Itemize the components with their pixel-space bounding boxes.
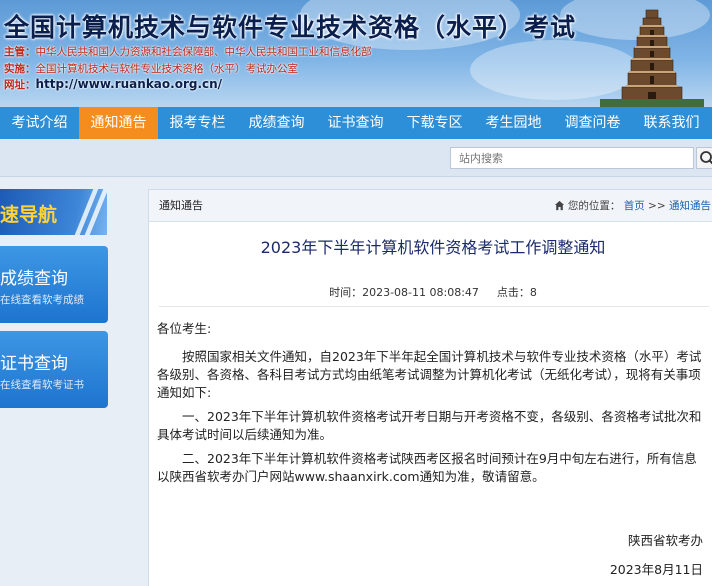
- nav-item-score-query[interactable]: 成绩查询: [237, 107, 316, 139]
- main-nav: 考试介绍 通知通告 报考专栏 成绩查询 证书查询 下载专区 考生园地 调查问卷 …: [0, 107, 712, 139]
- quick-link-certificate-query[interactable]: 证书查询 在线查看软考证书: [0, 331, 108, 408]
- quick-link-title: 成绩查询: [0, 269, 68, 289]
- nav-item-downloads[interactable]: 下载专区: [395, 107, 474, 139]
- quick-link-subtitle: 在线查看软考成绩: [0, 294, 84, 306]
- nav-item-exam-intro[interactable]: 考试介绍: [0, 107, 79, 139]
- article-paragraph: 二、2023年下半年计算机软件资格考试陕西考区报名时间预计在9月中旬左右进行，所…: [157, 451, 697, 484]
- article-body: 各位考生: 按照国家相关文件通知，自2023年下半年起全国计算机技术与软件专业技…: [157, 320, 707, 492]
- home-icon: [554, 200, 564, 211]
- website-link[interactable]: http://www.ruankao.org.cn/: [36, 77, 223, 91]
- nav-item-survey[interactable]: 调查问卷: [553, 107, 632, 139]
- article-paragraph: 按照国家相关文件通知，自2023年下半年起全国计算机技术与软件专业技术资格（水平…: [157, 349, 702, 400]
- quick-link-score-query[interactable]: 成绩查询 在线查看软考成绩: [0, 246, 108, 323]
- article-title: 2023年下半年计算机软件资格考试工作调整通知: [260, 238, 606, 257]
- article-signer: 陕西省软考办: [627, 533, 703, 548]
- panel-header: 通知通告 您的位置： 首页 >> 通知通告: [149, 190, 712, 222]
- sponsor-line: 主管：中华人民共和国人力资源和社会保障部、中华人民共和国工业和信息化部: [4, 44, 372, 59]
- nav-item-contact[interactable]: 联系我们: [632, 107, 711, 139]
- time-value: 2023-08-11 08:08:47: [362, 286, 479, 299]
- website-line: 网址：http://www.ruankao.org.cn/: [4, 77, 222, 92]
- search-icon: [700, 151, 712, 165]
- breadcrumb-current-link[interactable]: 通知通告: [669, 200, 711, 212]
- site-search-input[interactable]: [450, 147, 694, 169]
- sponsor-label: 主管：: [4, 46, 36, 58]
- organizer-value: 全国计算机技术与软件专业技术资格（水平）考试办公室: [35, 63, 299, 75]
- sponsor-value: 中华人民共和国人力资源和社会保障部、中华人民共和国工业和信息化部: [35, 46, 372, 58]
- nav-item-notices[interactable]: 通知通告: [79, 107, 158, 139]
- meta-divider: [159, 306, 709, 307]
- pagoda-illustration: [600, 9, 704, 107]
- article-paragraph: 一、2023年下半年计算机软件资格考试开考日期与开考资格不变，各级别、各资格考试…: [157, 409, 702, 442]
- article-meta: 时间：2023-08-11 08:08:47 点击：8: [149, 284, 712, 300]
- quick-link-subtitle: 在线查看软考证书: [0, 379, 84, 391]
- quick-nav-header: 速导航: [0, 189, 107, 235]
- search-button[interactable]: [696, 147, 712, 169]
- clicks-label: 点击：: [496, 286, 530, 299]
- quick-nav-title: 速导航: [0, 204, 58, 226]
- nav-item-certificate-query[interactable]: 证书查询: [316, 107, 395, 139]
- breadcrumb-prefix: 您的位置：: [567, 200, 621, 212]
- nav-item-candidate-corner[interactable]: 考生园地: [474, 107, 553, 139]
- breadcrumb-home-link[interactable]: 首页: [624, 200, 645, 212]
- nav-item-registration[interactable]: 报考专栏: [158, 107, 237, 139]
- organizer-line: 实施：全国计算机技术与软件专业技术资格（水平）考试办公室: [4, 61, 298, 76]
- panel-tab-label: 通知通告: [159, 199, 203, 212]
- organizer-label: 实施：: [4, 63, 36, 75]
- breadcrumb-separator: >>: [648, 200, 666, 212]
- article-date: 2023年8月11日: [609, 562, 703, 577]
- website-label: 网址：: [4, 79, 36, 91]
- breadcrumb: 您的位置： 首页 >> 通知通告: [554, 190, 711, 222]
- time-label: 时间：: [329, 286, 363, 299]
- article-greeting: 各位考生:: [157, 321, 212, 336]
- search-strip: [0, 139, 712, 177]
- site-banner: 全国计算机技术与软件专业技术资格（水平）考试 主管：中华人民共和国人力资源和社会…: [0, 0, 712, 107]
- clicks-value: 8: [529, 286, 537, 299]
- article-panel: 通知通告 您的位置： 首页 >> 通知通告 2023年下半年计算机软件资格考试工…: [148, 189, 712, 586]
- quick-link-title: 证书查询: [0, 354, 68, 374]
- site-title: 全国计算机技术与软件专业技术资格（水平）考试: [4, 13, 577, 42]
